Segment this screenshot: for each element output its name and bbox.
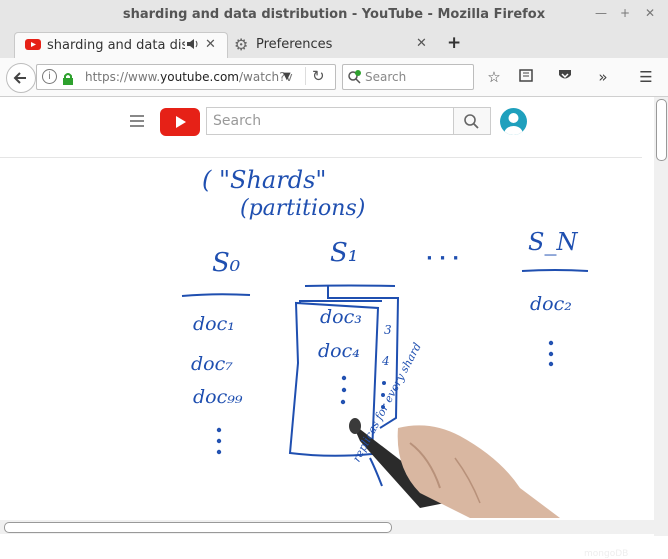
avatar[interactable] [500,108,527,135]
youtube-search-input[interactable]: Search [206,107,454,135]
note-partitions: (partitions) [240,196,366,221]
youtube-search-placeholder: Search [213,113,262,129]
youtube-logo-icon[interactable] [160,108,200,136]
youtube-favicon-icon [25,39,41,50]
window-title: sharding and data distribution - YouTube… [122,7,546,22]
note-doc1: doc₁ [193,313,235,335]
pocket-icon[interactable] [555,67,575,87]
note-s1: S₁ [330,238,359,268]
horizontal-scrollbar[interactable] [0,520,654,534]
note-s0: S₀ [212,248,241,278]
note-shards: ( "Shards" [202,166,327,194]
lock-icon [62,70,74,89]
note-doc4: doc₄ [318,340,360,362]
horizontal-scroll-thumb[interactable] [4,522,392,533]
url-bar[interactable]: i https://www.youtube.com/watch?v ▼ ↻ [36,64,336,90]
tab-label: Preferences [256,37,333,52]
minimize-icon[interactable]: — [594,6,608,20]
tab-label: sharding and data dis... [47,38,185,53]
note-doc99: doc₉₉ [193,386,243,408]
browser-search-input[interactable]: Search [342,64,474,90]
note-doc2: doc₂ [530,293,572,315]
guide-menu-icon[interactable] [130,115,144,127]
note-num3: 3 [384,323,392,337]
library-icon[interactable] [516,67,536,87]
presenter-hand [349,418,560,518]
vertical-scroll-thumb[interactable] [656,99,667,161]
bookmark-star-icon[interactable]: ☆ [484,67,504,87]
close-tab-icon[interactable]: ✕ [416,36,427,51]
menu-hamburger-icon[interactable]: ☰ [636,67,656,87]
overflow-chevron-icon[interactable]: » [593,67,613,87]
url-text: https://www.youtube.com/watch?v [85,70,293,84]
note-sn: S_N [528,228,578,256]
search-placeholder: Search [365,70,407,84]
gear-icon: ⚙ [234,35,249,54]
note-doc3: doc₃ [320,306,362,328]
page-content: Search ("Shards" (partitions) S₀ S₁ · ·… [0,97,654,559]
vertical-scrollbar[interactable] [654,97,668,536]
mongodb-watermark: mongoDB [584,549,629,559]
search-engine-icon [347,69,361,88]
tab-youtube[interactable]: sharding and data dis... ✕ [14,32,228,59]
close-window-icon[interactable]: ✕ [643,6,657,20]
tab-preferences[interactable]: ⚙ Preferences ✕ [228,32,436,58]
dropdown-arrow-icon[interactable]: ▼ [283,71,291,82]
info-icon[interactable]: i [42,69,57,84]
search-icon [464,114,479,129]
note-dots: · · · [426,248,460,269]
new-tab-icon[interactable]: + [447,33,461,53]
window-titlebar: sharding and data distribution - YouTube… [0,0,668,31]
youtube-search-button[interactable] [453,107,491,135]
note-num4: 4 [382,354,390,368]
youtube-header: Search [0,97,654,147]
back-arrow-icon [13,72,26,84]
reload-icon[interactable]: ↻ [305,67,325,85]
close-tab-icon[interactable]: ✕ [205,37,216,52]
tab-bar: sharding and data dis... ✕ ⚙ Preferences… [0,30,668,59]
maximize-icon[interactable]: + [618,6,632,20]
note-doc7: doc₇ [191,353,233,375]
video-player[interactable]: ( "Shards" (partitions) S₀ S₁ · · · S_N … [0,157,642,559]
speaker-icon[interactable] [185,37,199,54]
back-button[interactable] [6,63,36,93]
navigation-bar: i https://www.youtube.com/watch?v ▼ ↻ Se… [0,58,668,97]
